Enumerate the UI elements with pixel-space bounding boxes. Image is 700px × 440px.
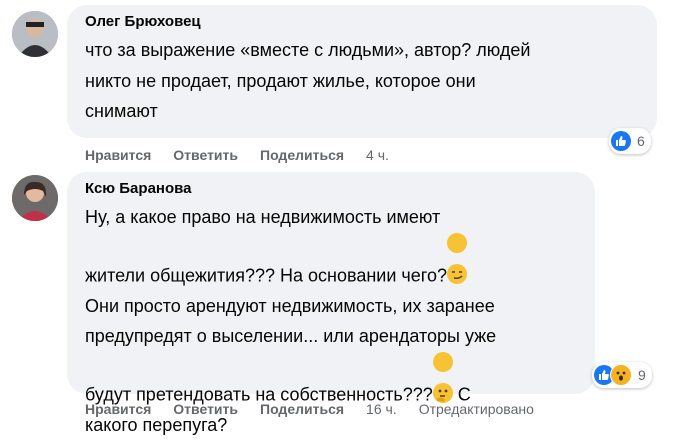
timestamp[interactable]: 4 ч. — [366, 147, 389, 163]
timestamp[interactable]: 16 ч. — [366, 401, 397, 417]
reply-button[interactable]: Ответить — [173, 401, 238, 417]
like-button[interactable]: Нравится — [85, 401, 151, 417]
comment-author[interactable]: Ксю Баранова — [85, 180, 192, 197]
avatar[interactable] — [12, 11, 58, 57]
reply-button[interactable]: Ответить — [173, 147, 238, 163]
edited-label: Отредактировано — [418, 401, 534, 417]
comment-actions: Нравится Ответить Поделиться 4 ч. — [85, 147, 411, 163]
share-button[interactable]: Поделиться — [260, 401, 344, 417]
share-button[interactable]: Поделиться — [260, 147, 344, 163]
reactions-summary[interactable]: 6 — [609, 128, 651, 154]
comment-actions: Нравится Ответить Поделиться 16 ч. Отред… — [85, 401, 534, 417]
avatar[interactable] — [12, 175, 58, 221]
reaction-count: 6 — [637, 133, 645, 149]
like-button[interactable]: Нравится — [85, 147, 151, 163]
thinking-emoji — [432, 351, 453, 403]
reaction-count: 9 — [638, 367, 646, 383]
reactions-summary[interactable]: 9 — [592, 362, 652, 388]
wow-icon — [610, 364, 632, 386]
comment-author[interactable]: Олег Брюховец — [85, 13, 201, 30]
smirk-emoji — [447, 232, 467, 284]
comment-text: что за выражение «вместе с людьми», авто… — [85, 40, 531, 121]
like-icon — [611, 131, 631, 151]
